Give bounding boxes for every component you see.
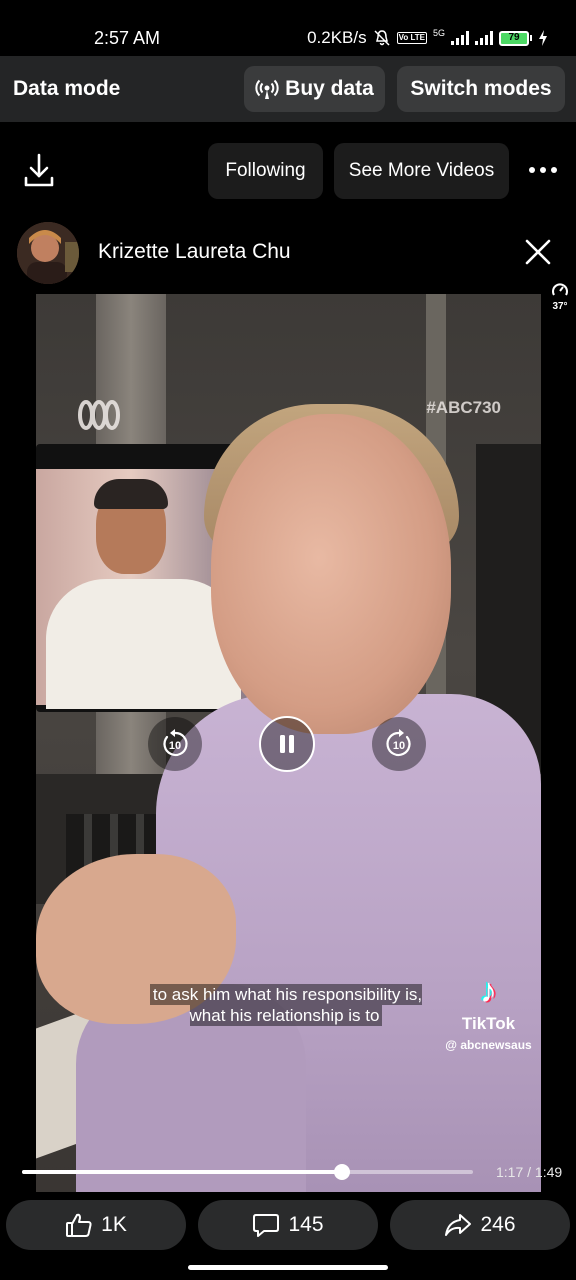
speedometer-icon xyxy=(552,283,568,296)
share-button[interactable]: 246 xyxy=(390,1200,570,1250)
rewind-seconds: 10 xyxy=(169,740,181,752)
mute-bell-icon xyxy=(374,30,390,46)
home-indicator[interactable] xyxy=(188,1265,388,1270)
speed-value: 37° xyxy=(552,301,568,312)
forward-10-button[interactable]: 10 xyxy=(372,717,426,771)
buy-data-button[interactable]: Buy data xyxy=(244,66,385,112)
like-count: 1K xyxy=(101,1213,127,1236)
switch-modes-label: Switch modes xyxy=(410,77,552,100)
like-button[interactable]: 1K xyxy=(6,1200,186,1250)
net-speed: 0.2KB/s xyxy=(307,28,367,47)
following-label: Following xyxy=(225,160,306,181)
close-button[interactable] xyxy=(522,236,554,268)
watermark-tag: #ABC730 xyxy=(426,398,501,417)
network-type: 5G xyxy=(432,28,445,38)
see-more-label: See More Videos xyxy=(348,160,495,181)
status-bar: 2:57 AM 0.2KB/s Vo LTE 5G 79 xyxy=(0,0,576,56)
avatar-image xyxy=(17,222,79,284)
video-subtitle: to ask him what his responsibility is, w… xyxy=(143,984,429,1026)
forward-icon: 10 xyxy=(386,729,411,757)
seek-bar[interactable] xyxy=(22,1164,473,1180)
battery-level: 79 xyxy=(499,30,529,46)
close-icon xyxy=(525,239,551,265)
switch-modes-button[interactable]: Switch modes xyxy=(397,66,565,112)
rewind-icon: 10 xyxy=(163,729,188,757)
speed-indicator: 37° xyxy=(548,282,572,312)
tiktok-watermark: ♪ TikTok @ abcnewsaus xyxy=(436,974,541,1052)
tiktok-name: TikTok xyxy=(461,1014,516,1033)
more-dots-icon[interactable] xyxy=(528,160,558,180)
share-count: 246 xyxy=(480,1213,516,1236)
thumbs-up-icon xyxy=(66,1213,92,1237)
seek-bar-handle[interactable] xyxy=(333,1164,350,1180)
avatar[interactable] xyxy=(17,222,79,284)
comment-count: 145 xyxy=(288,1213,324,1236)
signal-2-icon xyxy=(475,31,493,45)
playback-time: 1:17 / 1:49 xyxy=(496,1164,563,1180)
data-mode-title: Data mode xyxy=(13,77,121,100)
rewind-10-button[interactable]: 10 xyxy=(148,717,202,771)
tiktok-handle: @ abcnewsaus xyxy=(445,1038,532,1052)
see-more-videos-button[interactable]: See More Videos xyxy=(334,143,509,199)
volte-badge: Vo LTE xyxy=(396,32,427,44)
comment-button[interactable]: 145 xyxy=(198,1200,378,1250)
download-icon xyxy=(24,153,54,187)
following-button[interactable]: Following xyxy=(208,143,323,199)
tiktok-logo-icon: ♪ xyxy=(480,972,497,1010)
buy-data-label: Buy data xyxy=(285,77,374,100)
share-icon xyxy=(445,1214,472,1236)
comment-icon xyxy=(253,1214,280,1237)
pause-button[interactable] xyxy=(259,716,315,772)
status-time: 2:57 AM xyxy=(94,28,161,48)
charging-icon xyxy=(539,30,547,46)
antenna-icon xyxy=(255,79,279,99)
battery-icon: 79 xyxy=(499,30,532,46)
subtitle-text: to ask him what his responsibility is, w… xyxy=(149,984,423,1026)
author-name[interactable]: Krizette Laureta Chu xyxy=(98,240,291,264)
forward-seconds: 10 xyxy=(393,740,405,752)
abc-logo xyxy=(78,400,120,430)
pause-icon xyxy=(280,735,294,753)
download-button[interactable] xyxy=(22,152,56,190)
signal-icon xyxy=(451,31,469,45)
status-indicators: 0.2KB/s Vo LTE 5G 79 xyxy=(307,28,548,48)
seek-bar-played xyxy=(22,1170,342,1174)
